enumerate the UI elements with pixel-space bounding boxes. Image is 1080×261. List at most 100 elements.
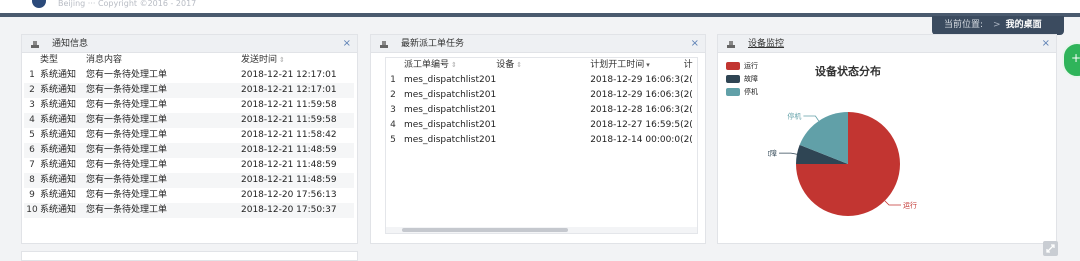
cell-type: 系统通知 xyxy=(40,160,77,170)
table-header-row: 派工单编号 ⇕ 设备 ⇕ 计划开工时间 ▾ 计 xyxy=(386,58,697,73)
table-row[interactable]: 4 系统通知 您有一条待处理工单 2018-12-21 11:59:58 xyxy=(24,113,354,128)
legend-label: 运行 xyxy=(744,62,758,70)
cell-extra: 2( xyxy=(683,120,693,130)
pie-label-line xyxy=(803,115,820,122)
row-number: 5 xyxy=(29,130,35,140)
column-header-extra[interactable]: 计 xyxy=(684,58,697,73)
sort-icon[interactable]: ⇕ xyxy=(279,56,285,64)
cell-plan-time: 2018-12-29 16:06:3( xyxy=(590,90,684,100)
horizontal-scrollbar[interactable] xyxy=(386,227,697,233)
cell-message: 您有一条待处理工单 xyxy=(86,190,168,200)
row-number: 3 xyxy=(29,100,35,110)
column-header-device-label: 设备 xyxy=(496,60,515,70)
dispatch-grid: 派工单编号 ⇕ 设备 ⇕ 计划开工时间 ▾ 计 1 mes_dispatchlist20… xyxy=(385,57,698,234)
legend-item-stopped[interactable]: 停机 xyxy=(726,87,758,97)
cell-type: 系统通知 xyxy=(40,175,77,185)
cell-time: 2018-12-21 11:48:59 xyxy=(241,145,337,155)
header-divider xyxy=(0,13,1080,17)
cell-device xyxy=(496,88,590,103)
legend-swatch xyxy=(726,62,740,70)
cell-dispatch-code: mes_dispatchlist201 xyxy=(404,120,497,130)
cell-time: 2018-12-21 11:48:59 xyxy=(241,175,337,185)
row-number: 10 xyxy=(26,205,38,215)
table-row[interactable]: 1 系统通知 您有一条待处理工单 2018-12-21 12:17:01 xyxy=(24,68,354,83)
cell-message: 您有一条待处理工单 xyxy=(86,85,168,95)
cell-plan-time: 2018-12-27 16:59:5( xyxy=(590,120,684,130)
cell-dispatch-code: mes_dispatchlist201 xyxy=(404,135,497,145)
breadcrumb-separator: > xyxy=(993,20,1001,30)
row-number: 3 xyxy=(390,105,396,115)
cell-type: 系统通知 xyxy=(40,145,77,155)
monitor-panel-title[interactable]: 设备监控 xyxy=(748,39,784,49)
row-number: 8 xyxy=(29,175,35,185)
sort-icon[interactable]: ⇕ xyxy=(451,61,457,69)
pie-chart: 运行 故障 停机 xyxy=(768,112,917,216)
table-row[interactable]: 2 mes_dispatchlist201 2018-12-29 16:06:3(2… xyxy=(386,88,697,103)
breadcrumb-current[interactable]: 我的桌面 xyxy=(1006,20,1042,30)
row-number: 1 xyxy=(390,75,396,85)
legend-item-running[interactable]: 运行 xyxy=(726,61,758,71)
pie-slice-label: 停机 xyxy=(787,112,801,121)
close-icon[interactable]: × xyxy=(1042,35,1050,53)
close-icon[interactable]: × xyxy=(691,35,699,53)
cell-device xyxy=(496,133,590,148)
cell-type: 系统通知 xyxy=(40,205,77,215)
legend-item-fault[interactable]: 故障 xyxy=(726,74,758,84)
column-header-plan-time-label: 计划开工时间 xyxy=(590,60,645,70)
cell-dispatch-code: mes_dispatchlist201 xyxy=(404,90,497,100)
panel-menu-icon[interactable] xyxy=(727,40,735,48)
close-icon[interactable]: × xyxy=(343,35,351,53)
resize-icon[interactable] xyxy=(1043,241,1058,256)
cell-type: 系统通知 xyxy=(40,100,77,110)
table-row[interactable]: 9 系统通知 您有一条待处理工单 2018-12-20 17:56:13 xyxy=(24,188,354,203)
monitor-panel-header: 设备监控 × xyxy=(718,35,1056,53)
row-number-header xyxy=(24,53,40,68)
cell-message: 您有一条待处理工单 xyxy=(86,175,168,185)
panel-menu-icon[interactable] xyxy=(380,40,388,48)
cell-extra: 2( xyxy=(683,105,693,115)
floating-action-button[interactable]: + xyxy=(1062,42,1080,78)
column-header-plan-time[interactable]: 计划开工时间 ▾ xyxy=(590,58,683,73)
cell-plan-time: 2018-12-14 00:00:0( xyxy=(590,135,684,145)
cell-time: 2018-12-21 11:48:59 xyxy=(241,160,337,170)
table-row[interactable]: 7 系统通知 您有一条待处理工单 2018-12-21 11:48:59 xyxy=(24,158,354,173)
dispatch-panel: 最新派工单任务 × 派工单编号 ⇕ 设备 ⇕ 计划开工时间 ▾ 计 1 mes_disp… xyxy=(370,34,706,244)
table-row[interactable]: 10 系统通知 您有一条待处理工单 2018-12-20 17:50:37 xyxy=(24,203,354,218)
column-header-message[interactable]: 消息内容 xyxy=(86,53,241,68)
row-number-header xyxy=(386,58,400,73)
column-header-device[interactable]: 设备 ⇕ xyxy=(496,58,590,73)
table-row[interactable]: 4 mes_dispatchlist201 2018-12-27 16:59:5(2… xyxy=(386,118,697,133)
cell-time: 2018-12-21 12:17:01 xyxy=(241,70,337,80)
column-header-code[interactable]: 派工单编号 ⇕ xyxy=(400,58,496,73)
panel-menu-icon[interactable] xyxy=(31,40,39,48)
table-header-row: 类型 消息内容 发送时间 ⇕ xyxy=(24,53,354,68)
table-row[interactable]: 8 系统通知 您有一条待处理工单 2018-12-21 11:48:59 xyxy=(24,173,354,188)
table-row[interactable]: 5 系统通知 您有一条待处理工单 2018-12-21 11:58:42 xyxy=(24,128,354,143)
column-header-time-label: 发送时间 xyxy=(241,55,278,65)
pie-slice-label: 运行 xyxy=(903,201,917,210)
sort-desc-icon[interactable]: ▾ xyxy=(646,61,650,69)
table-row[interactable]: 6 系统通知 您有一条待处理工单 2018-12-21 11:48:59 xyxy=(24,143,354,158)
scrollbar-thumb[interactable] xyxy=(402,228,568,232)
cell-message: 您有一条待处理工单 xyxy=(86,70,168,80)
monitor-panel: 设备监控 × 运行 故障 停机 设备状态分布 运行故障停机 xyxy=(717,34,1057,244)
table-row[interactable]: 2 系统通知 您有一条待处理工单 2018-12-21 12:17:01 xyxy=(24,83,354,98)
cell-type: 系统通知 xyxy=(40,70,77,80)
row-number: 9 xyxy=(29,190,35,200)
sort-icon[interactable]: ⇕ xyxy=(516,61,522,69)
cell-dispatch-code: mes_dispatchlist201 xyxy=(404,105,497,115)
table-row[interactable]: 1 mes_dispatchlist201 2018-12-29 16:06:3(2… xyxy=(386,73,697,88)
column-header-code-label: 派工单编号 xyxy=(404,60,450,70)
column-header-type[interactable]: 类型 xyxy=(40,53,86,68)
table-row[interactable]: 3 系统通知 您有一条待处理工单 2018-12-21 11:59:58 xyxy=(24,98,354,113)
row-number: 7 xyxy=(29,160,35,170)
cell-dispatch-code: mes_dispatchlist201 xyxy=(404,75,497,85)
logo xyxy=(32,0,46,8)
cell-message: 您有一条待处理工单 xyxy=(86,100,168,110)
legend-swatch xyxy=(726,75,740,83)
table-row[interactable]: 5 mes_dispatchlist201 2018-12-14 00:00:0(2… xyxy=(386,133,697,148)
pie-label-line xyxy=(884,200,902,206)
table-row[interactable]: 3 mes_dispatchlist201 2018-12-28 16:06:3(2… xyxy=(386,103,697,118)
notice-panel: 通知信息 × 类型 消息内容 发送时间 ⇕ 1 系统通知 您有一条待处理工单 2018-… xyxy=(21,34,358,244)
column-header-time[interactable]: 发送时间 ⇕ xyxy=(241,53,354,68)
